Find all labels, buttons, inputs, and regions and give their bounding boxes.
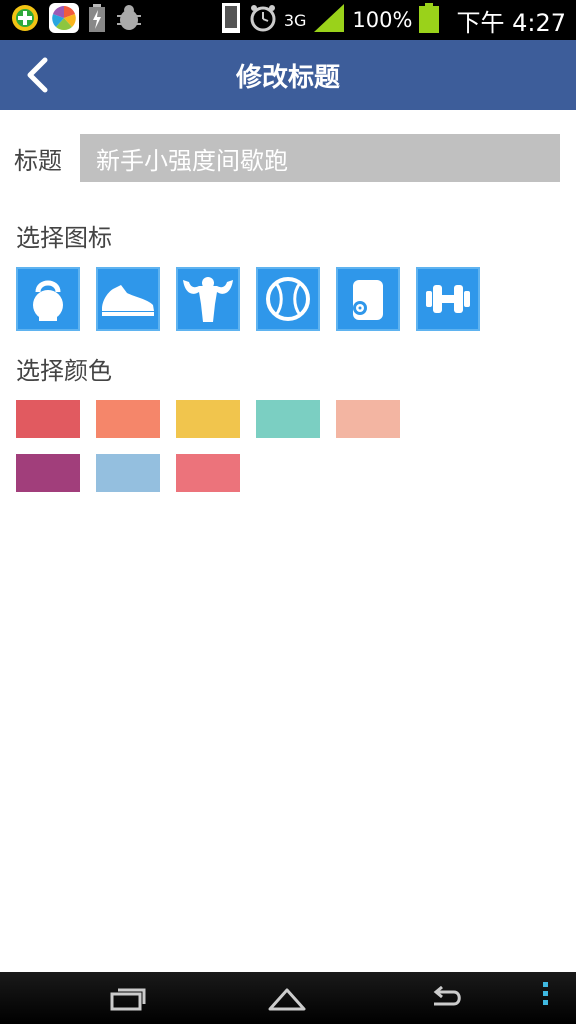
icon-option-ball[interactable]: [256, 267, 320, 331]
color-swatch[interactable]: [16, 400, 80, 438]
color-swatch[interactable]: [256, 400, 320, 438]
debug-bug-icon: [114, 3, 144, 37]
battery-icon: [418, 2, 440, 38]
battery-charging-icon: [88, 3, 106, 37]
home-button[interactable]: [257, 980, 317, 1018]
menu-overflow-icon[interactable]: [543, 982, 548, 1005]
color-swatch[interactable]: [176, 400, 240, 438]
back-nav-button[interactable]: [418, 980, 478, 1018]
phone-sim-icon: [220, 2, 242, 38]
notification-icons: [0, 2, 144, 38]
color-swatch[interactable]: [96, 454, 160, 492]
recent-apps-icon: [110, 988, 146, 1011]
color-swatch[interactable]: [16, 454, 80, 492]
clock: 下午 4:27: [456, 8, 566, 37]
battery-percent: 100%: [352, 8, 413, 32]
bodybuilder-icon: [183, 277, 233, 322]
recent-apps-button[interactable]: [98, 980, 158, 1018]
sneaker-icon: [102, 285, 154, 316]
title-label: 标题: [14, 146, 62, 175]
back-arrow-icon: [433, 986, 461, 1006]
page-title: 修改标题: [235, 62, 340, 93]
icon-options: [16, 267, 480, 331]
status-bar: 3G 100% 下午 4:27: [0, 0, 576, 40]
select-icon-label: 选择图标: [16, 224, 112, 252]
title-field-row: 标题 新手小强度间歇跑: [14, 134, 560, 182]
color-options: [16, 400, 416, 492]
title-input[interactable]: 新手小强度间歇跑: [80, 134, 560, 182]
color-swatch[interactable]: [96, 400, 160, 438]
navigation-bar: [0, 972, 576, 1024]
security-app-icon: [10, 3, 40, 37]
icon-option-yoga-mat[interactable]: [336, 267, 400, 331]
kettlebell-icon: [33, 280, 63, 321]
select-color-label: 选择颜色: [16, 357, 112, 385]
screen: 3G 100% 下午 4:27 修改标题 标题 新手小强度间歇跑 选择图标 选择…: [0, 0, 576, 1024]
color-swatch[interactable]: [176, 454, 240, 492]
system-indicators: 3G 100% 下午 4:27: [220, 2, 576, 38]
network-type: 3G: [283, 10, 307, 30]
back-button[interactable]: [14, 52, 60, 98]
icon-option-dumbbell[interactable]: [416, 267, 480, 331]
ball-icon: [266, 277, 310, 321]
chevron-left-icon: [27, 57, 48, 93]
color-swatch[interactable]: [336, 400, 400, 438]
home-icon: [268, 988, 306, 1011]
icon-option-sneaker[interactable]: [96, 267, 160, 331]
title-bar: 修改标题: [0, 40, 576, 110]
alarm-clock-icon: [248, 3, 278, 37]
dumbbell-icon: [426, 285, 470, 313]
icon-option-bodybuilder[interactable]: [176, 267, 240, 331]
icon-option-kettlebell[interactable]: [16, 267, 80, 331]
yoga-mat-icon: [353, 280, 383, 320]
signal-strength-icon: [312, 3, 346, 37]
app-store-icon: [48, 2, 80, 38]
